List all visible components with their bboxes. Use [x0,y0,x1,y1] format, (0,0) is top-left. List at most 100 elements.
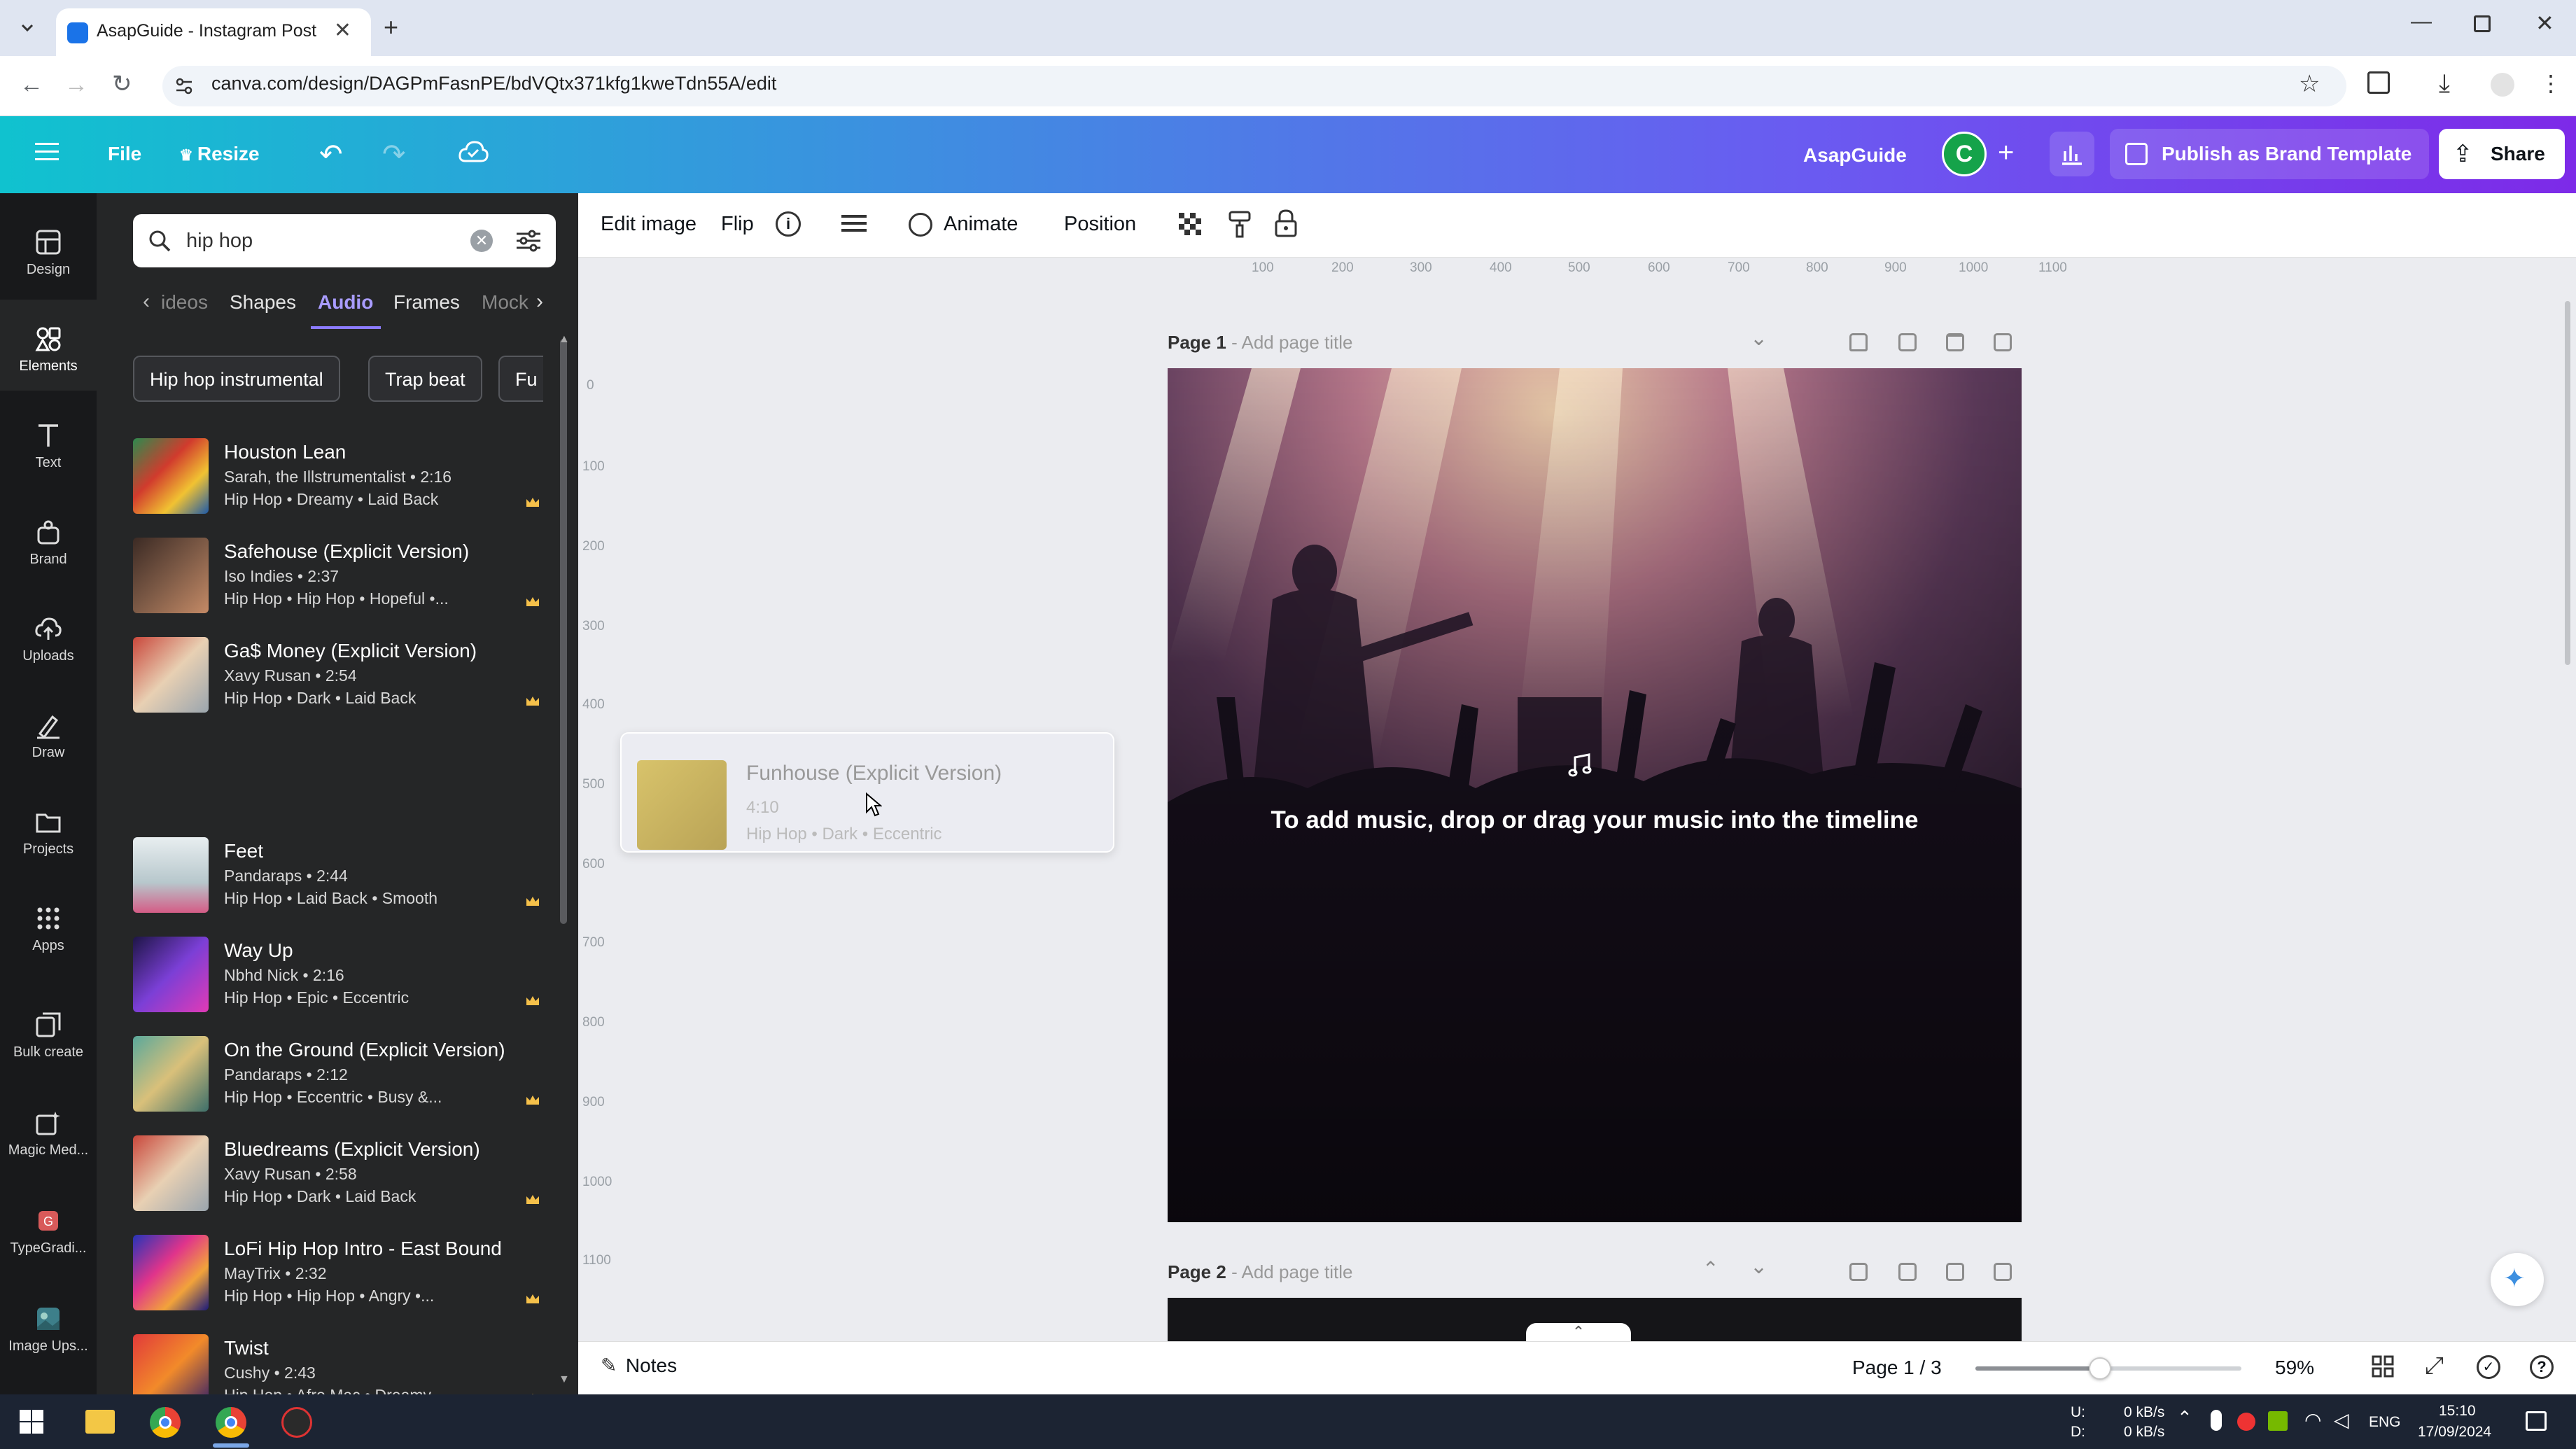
page-collapse-icon[interactable]: ⌄ [1750,326,1768,351]
chip-trap-beat[interactable]: Trap beat [368,356,482,402]
cloud-save-icon[interactable] [458,140,489,164]
page-indicator[interactable]: Page 1 / 3 [1852,1357,1942,1379]
tab-videos[interactable]: ideos [161,291,208,314]
microphone-icon[interactable] [2211,1410,2222,1431]
hamburger-menu-icon[interactable] [35,141,59,162]
fullscreen-icon[interactable]: ⤢ [2425,1352,2444,1380]
add-member-icon[interactable]: + [1998,137,2014,169]
zoom-slider[interactable] [1975,1357,2241,1380]
magic-assistant-button[interactable]: ✦ [2491,1253,2544,1306]
page-2-header[interactable]: Page 2 - Add page title [1168,1261,1353,1283]
rail-item-bulk-create[interactable]: Bulk create [0,986,97,1077]
clear-search-icon[interactable]: ✕ [470,230,493,252]
windows-start-icon[interactable] [20,1410,43,1434]
site-info-icon[interactable] [174,76,195,97]
nvidia-icon[interactable] [2268,1411,2288,1431]
audio-track-row[interactable]: Way Up Nbhd Nick • 2:16 Hip Hop • Epic • E… [133,937,553,1015]
file-explorer-icon[interactable] [85,1410,115,1434]
search-box[interactable]: hip hop ✕ [133,214,556,267]
page-1-header[interactable]: Page 1 - Add page title [1168,332,1353,354]
rail-item-uploads[interactable]: Uploads [0,589,97,680]
file-menu-button[interactable]: File [108,143,141,165]
chrome-menu-icon[interactable]: ⋮ [2540,70,2562,97]
page-move-down-icon[interactable]: ⌄ [1750,1254,1768,1279]
tab-close-icon[interactable]: ✕ [334,18,351,43]
search-input[interactable]: hip hop [186,230,253,253]
lock-icon[interactable] [1274,209,1298,238]
flip-button[interactable]: Flip [721,213,754,236]
copy-style-icon[interactable] [1228,210,1252,238]
reload-icon[interactable]: ↻ [112,70,132,98]
zoom-value[interactable]: 59% [2275,1357,2314,1379]
add-page-icon[interactable] [1994,333,2012,351]
audio-track-row[interactable]: Feet Pandaraps • 2:44 Hip Hop • Laid Back … [133,837,553,916]
profile-avatar[interactable] [2491,73,2514,97]
transparency-icon[interactable] [1179,213,1203,237]
edit-image-button[interactable]: Edit image [601,213,696,236]
rail-item-projects[interactable]: Projects [0,783,97,874]
panel-scrollbar[interactable] [560,339,567,924]
border-style-icon[interactable] [841,213,867,235]
audio-track-row[interactable]: Ga$ Money (Explicit Version) Xavy Rusan •… [133,637,553,715]
page-2-title-input[interactable]: - Add page title [1231,1261,1352,1282]
page-2-duplicate-icon[interactable] [1898,1263,1917,1281]
tab-shapes[interactable]: Shapes [230,291,296,314]
panel-scroll-down-icon[interactable]: ▼ [559,1373,570,1386]
tabs-scroll-right-icon[interactable]: › [536,290,543,314]
recording-icon[interactable] [2237,1413,2255,1431]
page-2-lock-icon[interactable] [1849,1263,1868,1281]
share-button[interactable]: ⇪ Share [2439,129,2565,179]
page-1-title-input[interactable]: - Add page title [1231,332,1352,353]
audio-track-row[interactable]: On the Ground (Explicit Version) Pandarap… [133,1036,553,1114]
tab-frames[interactable]: Frames [393,291,460,314]
avatar[interactable]: C [1942,132,1987,176]
chip-more[interactable]: Fu [498,356,543,402]
bookmark-star-icon[interactable]: ☆ [2299,70,2320,98]
grid-view-icon[interactable] [2372,1355,2394,1378]
extensions-icon[interactable] [2367,71,2390,94]
check-icon[interactable]: ✓ [2477,1355,2500,1379]
page-2-delete-icon[interactable] [1946,1263,1964,1281]
rail-item-draw[interactable]: Draw [0,686,97,777]
page-move-up-icon[interactable]: ⌃ [1702,1257,1718,1280]
team-name[interactable]: AsapGuide [1803,144,1907,167]
chrome-icon[interactable] [150,1407,181,1438]
info-icon[interactable]: i [776,211,801,237]
resize-button[interactable]: ♛ Resize [179,143,260,165]
rail-item-design[interactable]: Design [0,203,97,294]
language-indicator[interactable]: ENG [2369,1414,2401,1431]
analytics-button[interactable] [2050,132,2094,176]
tab-audio[interactable]: Audio [318,291,373,314]
clock-date[interactable]: 17/09/2024 [2418,1424,2491,1441]
workspace-scrollbar[interactable] [2565,301,2570,665]
tab-mockups[interactable]: Mock [482,291,528,314]
window-minimize-button[interactable]: — [2411,10,2432,34]
rail-item-image-ups[interactable]: Image Ups... [0,1280,97,1371]
audio-track-row[interactable]: Bluedreams (Explicit Version) Xavy Rusan … [133,1135,553,1214]
rail-item-text[interactable]: Text [0,396,97,487]
filter-icon[interactable] [515,228,542,253]
download-icon[interactable]: ⤓ [2439,69,2450,99]
undo-icon[interactable]: ↶ [319,139,343,171]
tabs-scroll-left-icon[interactable]: ‹ [143,290,150,314]
clock-time[interactable]: 15:10 [2439,1403,2476,1420]
rail-item-elements[interactable]: Elements [0,300,97,391]
zoom-slider-thumb[interactable] [2089,1357,2111,1380]
audio-track-row[interactable]: Safehouse (Explicit Version) Iso Indies •… [133,538,553,616]
new-tab-button[interactable]: + [384,13,398,42]
position-button[interactable]: Position [1064,213,1136,236]
publish-brand-template-button[interactable]: Publish as Brand Template [2110,129,2429,179]
rail-item-magic-med[interactable]: Magic Med... [0,1084,97,1175]
page-1-canvas[interactable]: To add music, drop or drag your music in… [1168,368,2022,1222]
rail-item-typegradi[interactable]: G TypeGradi... [0,1182,97,1273]
window-restore-button[interactable] [2474,15,2491,32]
notification-icon[interactable] [2526,1411,2547,1431]
audio-track-row[interactable]: Houston Lean Sarah, the Illstrumentalist … [133,438,553,517]
duplicate-page-icon[interactable] [1898,333,1917,351]
back-icon[interactable]: ← [20,71,43,99]
window-close-button[interactable]: ✕ [2535,10,2554,36]
volume-icon[interactable]: ◁ [2334,1408,2349,1432]
tray-chevron-icon[interactable]: ⌃ [2177,1407,2192,1429]
rail-item-apps[interactable]: Apps [0,879,97,970]
forward-icon[interactable]: → [64,71,88,99]
